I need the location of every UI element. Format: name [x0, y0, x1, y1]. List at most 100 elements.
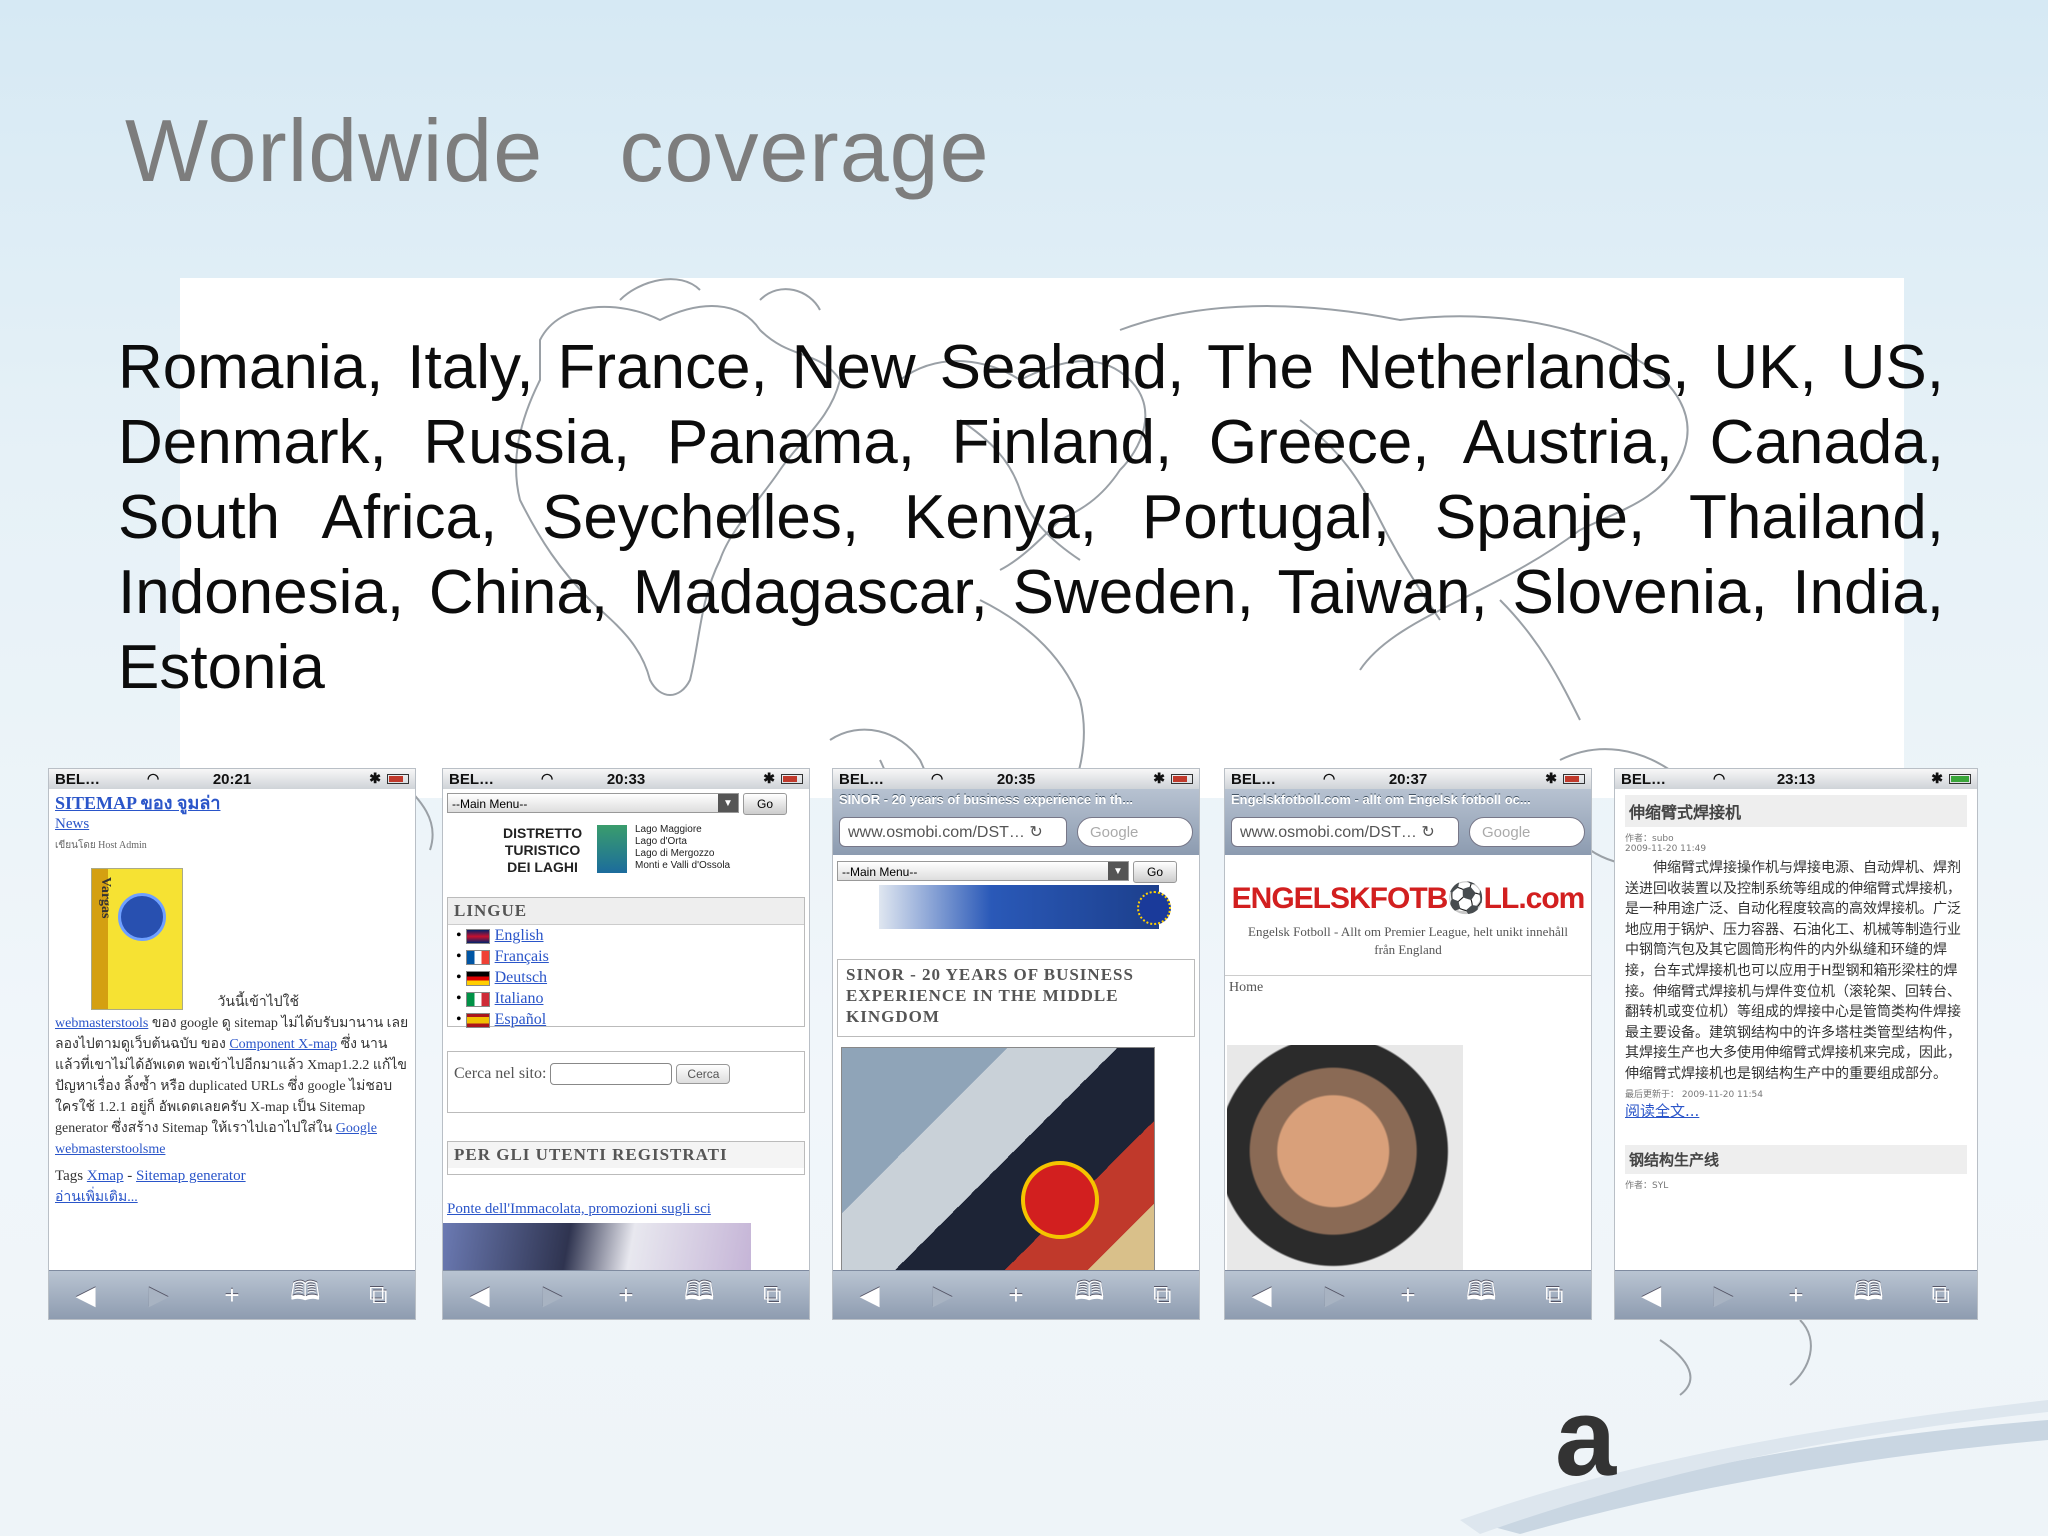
site-search-input[interactable]	[550, 1063, 673, 1086]
countries-list: Romania, Italy, France, New Sealand, The…	[118, 333, 1944, 702]
lake-item: Monti e Valli d'Ossola	[635, 860, 731, 871]
pages-icon[interactable]: ⧉	[358, 1279, 398, 1311]
box-label: Vargas	[98, 877, 113, 919]
body-link[interactable]: webmasterstools	[55, 1016, 148, 1031]
google-search-field[interactable]: Google	[1077, 817, 1193, 847]
slide-title: Worldwide coverage	[125, 101, 990, 200]
safari-toolbar: ◀ ▶ + 🕮 ⧉	[49, 1270, 415, 1319]
tag-link[interactable]: Sitemap generator	[136, 1168, 246, 1184]
plus-icon[interactable]: +	[212, 1280, 252, 1311]
clock: 20:37	[1388, 771, 1428, 788]
next-article-title: 钢结构生产线	[1625, 1144, 1967, 1174]
france-flag-icon	[465, 949, 490, 965]
logo-swoosh	[1460, 1400, 2048, 1534]
bookmarks-icon[interactable]: 🕮	[1848, 1273, 1888, 1317]
plus-icon[interactable]: +	[996, 1280, 1036, 1311]
language-item[interactable]: • Italiano	[448, 988, 804, 1009]
site-tagline: Engelsk Fotboll - Allt om Premier League…	[1248, 924, 1568, 957]
tags-row: Tags Xmap - Sitemap generator	[55, 1166, 409, 1187]
chevron-down-icon: ▼	[718, 794, 738, 812]
language-item[interactable]: • Español	[448, 1009, 804, 1030]
languages-section: LINGUE • English • Français • Deutsch • …	[447, 897, 805, 1030]
read-more-link[interactable]: อ่านเพิ่มเติม...	[55, 1187, 409, 1208]
back-arrow-icon[interactable]: ◀	[1631, 1280, 1671, 1311]
tag-separator: -	[123, 1168, 137, 1184]
forward-arrow-icon[interactable]: ▶	[1704, 1280, 1744, 1311]
news-link[interactable]: News	[55, 814, 409, 835]
article-author: 作者：subo	[1625, 834, 1674, 844]
url-field[interactable]: www.osmobi.com/DST… ↻	[839, 817, 1067, 847]
home-nav-link[interactable]: Home	[1225, 975, 1591, 1000]
section-header: PER GLI UTENTI REGISTRATI	[448, 1142, 804, 1168]
tag-link[interactable]: Xmap	[87, 1168, 124, 1184]
page-content: SITEMAP ของ จูมล่า News เขียนโดย Host Ad…	[49, 789, 415, 1271]
section-header: LINGUE	[448, 898, 804, 925]
banner-image	[879, 885, 1159, 929]
language-link[interactable]: Deutsch	[495, 969, 547, 986]
main-menu-select[interactable]: --Main Menu-- ▼	[447, 793, 739, 813]
language-link[interactable]: Français	[495, 948, 549, 965]
search-button[interactable]: Cerca	[676, 1064, 731, 1084]
google-search-field[interactable]: Google	[1469, 817, 1585, 847]
forward-arrow-icon[interactable]: ▶	[139, 1280, 179, 1311]
bookmarks-icon[interactable]: 🕮	[1069, 1273, 1109, 1317]
clock: 20:35	[996, 771, 1036, 788]
body-link[interactable]: Component X-map	[229, 1037, 337, 1052]
forward-arrow-icon[interactable]: ▶	[1315, 1280, 1355, 1311]
plus-icon[interactable]: +	[1776, 1280, 1816, 1311]
language-item[interactable]: • Français	[448, 946, 804, 967]
battery-icon	[1171, 774, 1193, 784]
disc-icon	[118, 893, 166, 941]
battery-charging-icon	[1949, 774, 1971, 784]
language-item[interactable]: • English	[448, 925, 804, 946]
back-arrow-icon[interactable]: ◀	[850, 1280, 890, 1311]
url-field[interactable]: www.osmobi.com/DST… ↻	[1231, 817, 1459, 847]
forward-arrow-icon[interactable]: ▶	[923, 1280, 963, 1311]
go-button[interactable]: Go	[1133, 861, 1177, 883]
site-logo[interactable]: ENGELSKFOTB⚽LL.com	[1225, 881, 1591, 916]
pages-icon[interactable]: ⧉	[1534, 1279, 1574, 1311]
bookmarks-icon[interactable]: 🕮	[285, 1273, 325, 1317]
status-bar: BEL… ◠ 20:21 ✱	[49, 769, 415, 789]
back-arrow-icon[interactable]: ◀	[66, 1280, 106, 1311]
district-line: DISTRETTO	[503, 825, 583, 841]
page-content: Engelskfotboll.com - allt om Engelsk fot…	[1225, 789, 1591, 1271]
safari-toolbar: ◀ ▶ + 🕮 ⧉	[1225, 1270, 1591, 1319]
page-content: --Main Menu-- ▼ Go DISTRETTO TURISTICO DE…	[443, 789, 809, 1271]
germany-flag-icon	[465, 970, 490, 986]
language-item[interactable]: • Deutsch	[448, 967, 804, 988]
page-title: SINOR - 20 years of business experience …	[839, 792, 1134, 807]
reload-icon[interactable]: ↻	[1421, 824, 1434, 841]
bookmarks-icon[interactable]: 🕮	[679, 1273, 719, 1317]
plus-icon[interactable]: +	[1388, 1280, 1428, 1311]
china-emblem-icon	[1021, 1161, 1099, 1239]
bookmarks-icon[interactable]: 🕮	[1461, 1273, 1501, 1317]
pages-icon[interactable]: ⧉	[1142, 1279, 1182, 1311]
pages-icon[interactable]: ⧉	[752, 1279, 792, 1311]
promo-link[interactable]: Ponte dell'Immacolata, promozioni sugli …	[447, 1201, 711, 1218]
pages-icon[interactable]: ⧉	[1921, 1279, 1961, 1311]
lakes-list: Lago Maggiore Lago d'Orta Lago di Mergoz…	[635, 824, 730, 872]
lake-logo-icon	[597, 825, 627, 873]
safari-toolbar: ◀ ▶ + 🕮 ⧉	[1615, 1270, 1977, 1319]
go-button[interactable]: Go	[743, 793, 787, 815]
italy-flag-icon	[465, 991, 490, 1007]
article-heading: SINOR - 20 YEARS OF BUSINESS EXPERIENCE …	[846, 965, 1134, 1026]
battery-icon	[781, 774, 803, 784]
plus-icon[interactable]: +	[606, 1280, 646, 1311]
back-arrow-icon[interactable]: ◀	[460, 1280, 500, 1311]
eu-flag-icon	[1137, 891, 1171, 925]
language-link[interactable]: Español	[495, 1011, 547, 1028]
language-link[interactable]: Italiano	[495, 990, 544, 1007]
lake-item: Lago d'Orta	[635, 836, 687, 847]
back-arrow-icon[interactable]: ◀	[1242, 1280, 1282, 1311]
read-more-link[interactable]: 阅读全文...	[1625, 1100, 1967, 1121]
reload-icon[interactable]: ↻	[1029, 824, 1042, 841]
forward-arrow-icon[interactable]: ▶	[533, 1280, 573, 1311]
bluetooth-icon: ✱	[1545, 770, 1557, 786]
language-link[interactable]: English	[495, 927, 544, 944]
sitemap-title-link[interactable]: SITEMAP ของ จูมล่า	[55, 793, 409, 814]
url-text: www.osmobi.com/DST…	[848, 824, 1025, 841]
phone-screenshot-1: BEL… ◠ 20:21 ✱ SITEMAP ของ จูมล่า News เ…	[48, 768, 416, 1320]
main-menu-select[interactable]: --Main Menu-- ▼	[837, 861, 1129, 881]
